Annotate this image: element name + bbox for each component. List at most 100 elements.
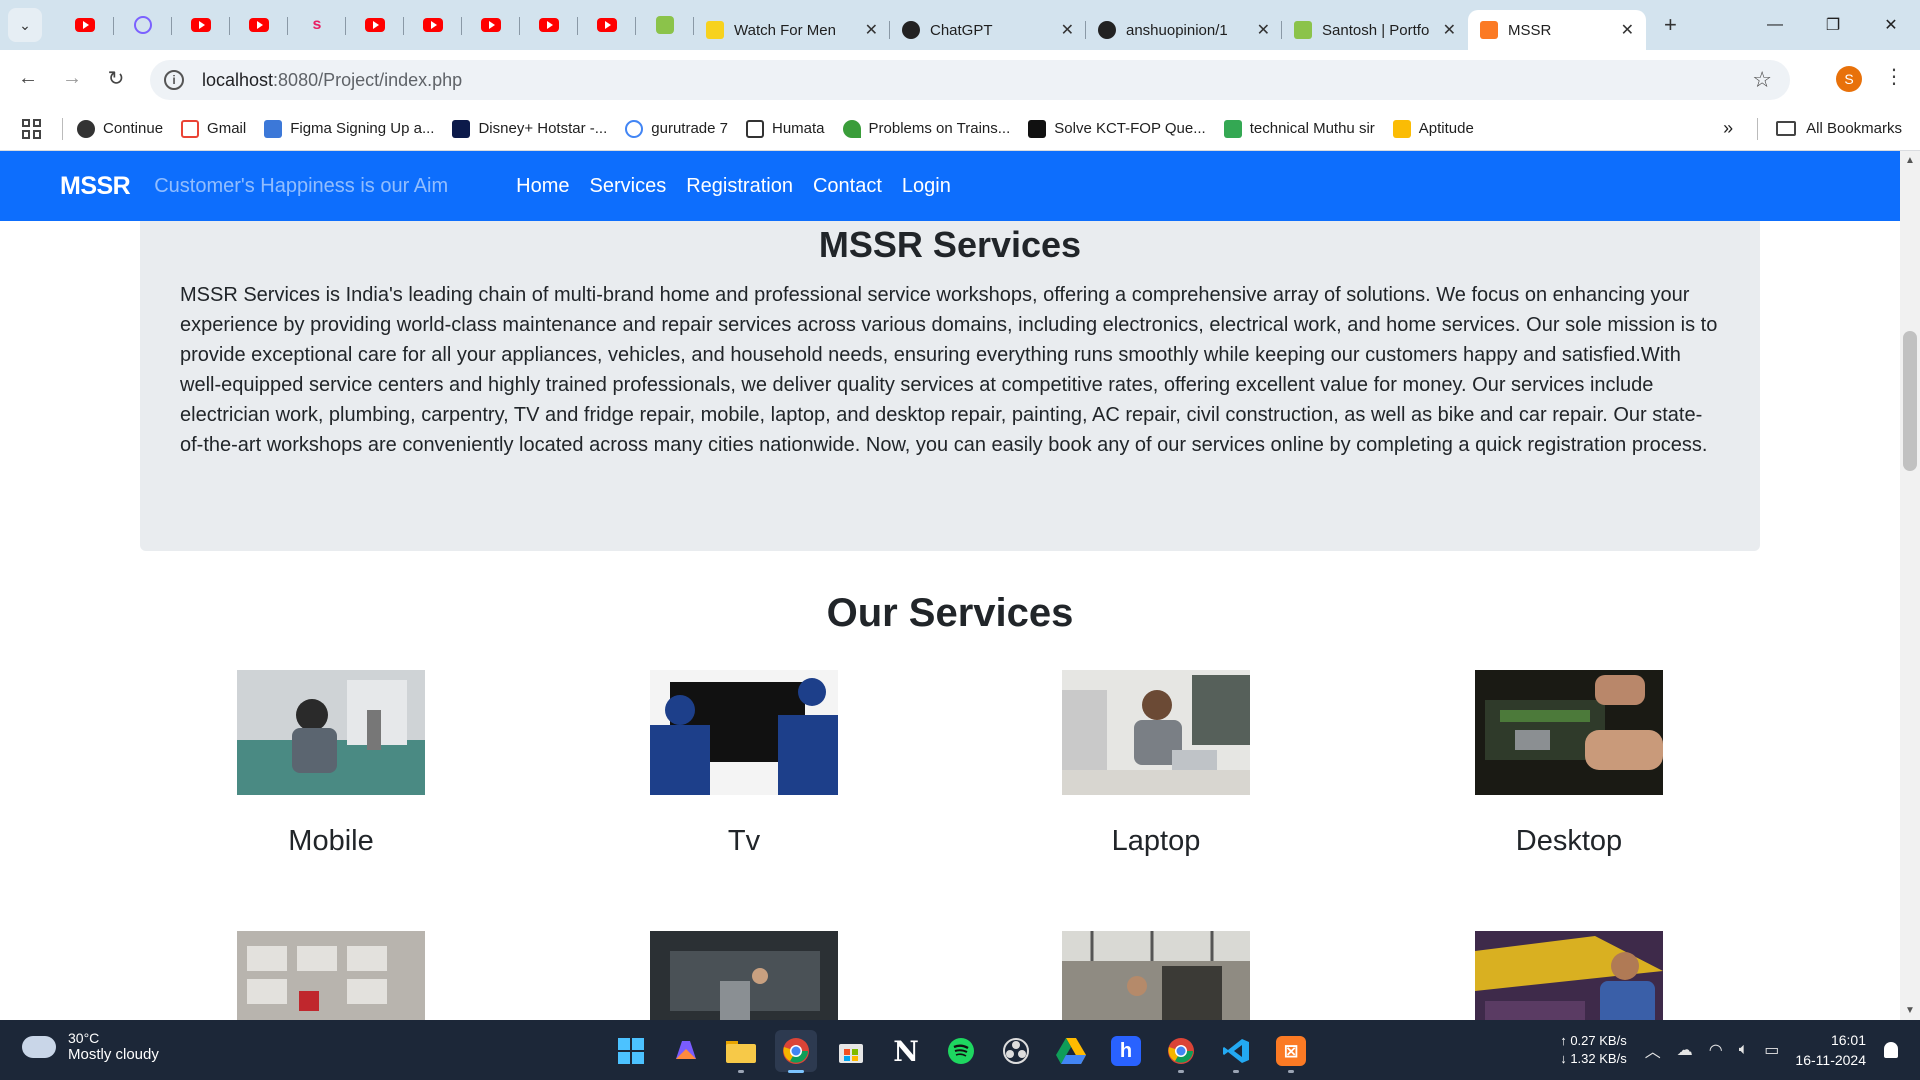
about-heading: MSSR Services	[818, 224, 1082, 265]
weather-widget[interactable]: 30°C Mostly cloudy	[18, 1027, 159, 1063]
site-info-icon[interactable]: i	[164, 70, 184, 90]
nav-services[interactable]: Services	[590, 175, 667, 198]
pinned-tab-youtube[interactable]	[578, 0, 636, 50]
microsoft-store-icon[interactable]	[830, 1030, 872, 1072]
scroll-up-icon[interactable]: ▲	[1905, 155, 1915, 166]
site-nav-links: Home Services Registration Contact Login	[516, 175, 971, 198]
bookmark-figma[interactable]: Figma Signing Up a...	[264, 119, 434, 138]
spotify-icon[interactable]	[940, 1030, 982, 1072]
vscode-icon[interactable]	[1215, 1030, 1257, 1073]
close-icon[interactable]: ✕	[1621, 20, 1634, 40]
file-explorer-icon[interactable]	[720, 1030, 762, 1073]
service-card[interactable]	[1475, 931, 1663, 1020]
tab-search-chevron-icon[interactable]: ⌄	[8, 8, 42, 42]
site-brand[interactable]: MSSR	[60, 172, 131, 201]
close-icon[interactable]: ✕	[1061, 20, 1074, 40]
google-drive-icon[interactable]	[1050, 1030, 1092, 1072]
profile-avatar[interactable]: S	[1836, 66, 1862, 92]
bookmark-humata[interactable]: Humata	[746, 119, 825, 138]
service-card[interactable]	[237, 931, 425, 1020]
back-arrow-icon[interactable]: ←	[6, 67, 50, 90]
apps-grid-icon[interactable]	[22, 118, 42, 139]
bookmark-continue[interactable]: Continue	[77, 119, 163, 138]
copilot-icon[interactable]	[665, 1030, 707, 1072]
pinned-tab[interactable]	[114, 0, 172, 50]
nav-home[interactable]: Home	[516, 175, 569, 198]
classroom-icon	[1392, 119, 1411, 138]
page-scrollbar[interactable]: ▲ ▼	[1900, 151, 1920, 1020]
about-text: MSSR Services is India's leading chain o…	[180, 284, 1718, 456]
wifi-icon[interactable]: ◠	[1709, 1040, 1723, 1060]
tab-title: ChatGPT	[930, 21, 993, 39]
bookmark-label: Solve KCT-FOP Que...	[1054, 120, 1206, 137]
new-tab-plus-icon[interactable]: +	[1664, 12, 1677, 38]
pinned-tab-youtube[interactable]	[404, 0, 462, 50]
tab-chatgpt[interactable]: ChatGPT ✕	[890, 10, 1086, 50]
notion-icon[interactable]: N	[885, 1030, 927, 1072]
pinned-tab-youtube[interactable]	[520, 0, 578, 50]
chevrons-right-icon[interactable]: »	[1723, 118, 1733, 139]
minimize-icon[interactable]: —	[1746, 0, 1804, 50]
bookmark-aptitude[interactable]: Aptitude	[1392, 119, 1474, 138]
close-icon[interactable]: ✕	[1443, 20, 1456, 40]
bookmark-gurutrade[interactable]: gurutrade 7	[625, 119, 728, 138]
reload-icon[interactable]: ↻	[94, 66, 138, 91]
bookmark-gmail[interactable]: Gmail	[181, 119, 246, 138]
service-card-mobile[interactable]: Mobile	[237, 670, 425, 858]
obs-icon[interactable]	[995, 1030, 1037, 1072]
volume-icon[interactable]: 🔈︎	[1739, 1041, 1749, 1059]
chrome-profile-icon[interactable]	[1160, 1030, 1202, 1073]
scroll-down-icon[interactable]: ▼	[1905, 1005, 1915, 1016]
scrollbar-thumb[interactable]	[1903, 331, 1917, 471]
tab-github[interactable]: anshuopinion/1 ✕	[1086, 10, 1282, 50]
download-speed: 1.32 KB/s	[1570, 1051, 1627, 1066]
bookmark-technical-muthu[interactable]: technical Muthu sir	[1223, 119, 1375, 138]
clock[interactable]: 16:01 16-11-2024	[1795, 1030, 1866, 1070]
chevron-up-icon[interactable]: ︿	[1645, 1038, 1661, 1062]
pinned-tab-youtube[interactable]	[230, 0, 288, 50]
pinned-tab[interactable]: s	[288, 0, 346, 50]
chatgpt-icon	[902, 21, 920, 39]
notification-bell-icon[interactable]	[1884, 1042, 1898, 1058]
tab-watch-for-men[interactable]: Watch For Men ✕	[694, 10, 890, 50]
close-icon[interactable]: ✕	[1257, 20, 1270, 40]
bookmark-problems-on-trains[interactable]: Problems on Trains...	[842, 119, 1010, 138]
close-icon[interactable]: ✕	[865, 20, 878, 40]
nav-contact[interactable]: Contact	[813, 175, 882, 198]
bookmark-hotstar[interactable]: Disney+ Hotstar -...	[452, 119, 607, 138]
all-bookmarks-link[interactable]: All Bookmarks	[1806, 120, 1902, 137]
youtube-icon	[423, 18, 443, 32]
leaf-icon	[842, 119, 861, 138]
pinned-tab-youtube[interactable]	[172, 0, 230, 50]
tab-mssr[interactable]: MSSR ✕	[1468, 10, 1646, 50]
browser-menu-icon[interactable]: ⋮	[1884, 64, 1904, 89]
service-card[interactable]	[650, 931, 838, 1020]
nav-registration[interactable]: Registration	[686, 175, 793, 198]
pinned-tab-youtube[interactable]	[346, 0, 404, 50]
pinned-tab[interactable]	[636, 0, 694, 50]
bookmark-star-icon[interactable]: ☆	[1752, 67, 1772, 93]
nav-login[interactable]: Login	[902, 175, 951, 198]
window-controls: — ❐ ✕	[1746, 0, 1920, 50]
site-navbar: MSSR Customer's Happiness is our Aim Hom…	[0, 151, 1900, 221]
pinned-tab-youtube[interactable]	[462, 0, 520, 50]
taskbar-apps: N h ⊠	[610, 1030, 1325, 1073]
service-card-laptop[interactable]: Laptop	[1062, 670, 1250, 858]
tab-santosh-portfolio[interactable]: Santosh | Portfo ✕	[1282, 10, 1468, 50]
address-bar[interactable]: i localhost:8080/Project/index.php ☆	[150, 60, 1790, 100]
service-card-desktop[interactable]: Desktop	[1475, 670, 1663, 858]
chrome-icon[interactable]	[775, 1030, 817, 1073]
url-text[interactable]: localhost:8080/Project/index.php	[202, 70, 462, 91]
forward-arrow-icon[interactable]: →	[50, 67, 94, 90]
windows-start-icon[interactable]	[610, 1030, 652, 1072]
xampp-icon[interactable]: ⊠	[1270, 1030, 1312, 1073]
hashnode-icon[interactable]: h	[1105, 1030, 1147, 1072]
service-card-tv[interactable]: Tv	[650, 670, 838, 858]
restore-icon[interactable]: ❐	[1804, 0, 1862, 50]
bookmark-kct-fop[interactable]: Solve KCT-FOP Que...	[1028, 119, 1206, 138]
window-close-icon[interactable]: ✕	[1862, 0, 1920, 50]
battery-icon[interactable]: ▭	[1764, 1040, 1779, 1060]
onedrive-cloud-icon[interactable]: ☁	[1677, 1040, 1693, 1060]
pinned-tab-youtube[interactable]	[56, 0, 114, 50]
service-card[interactable]	[1062, 931, 1250, 1020]
